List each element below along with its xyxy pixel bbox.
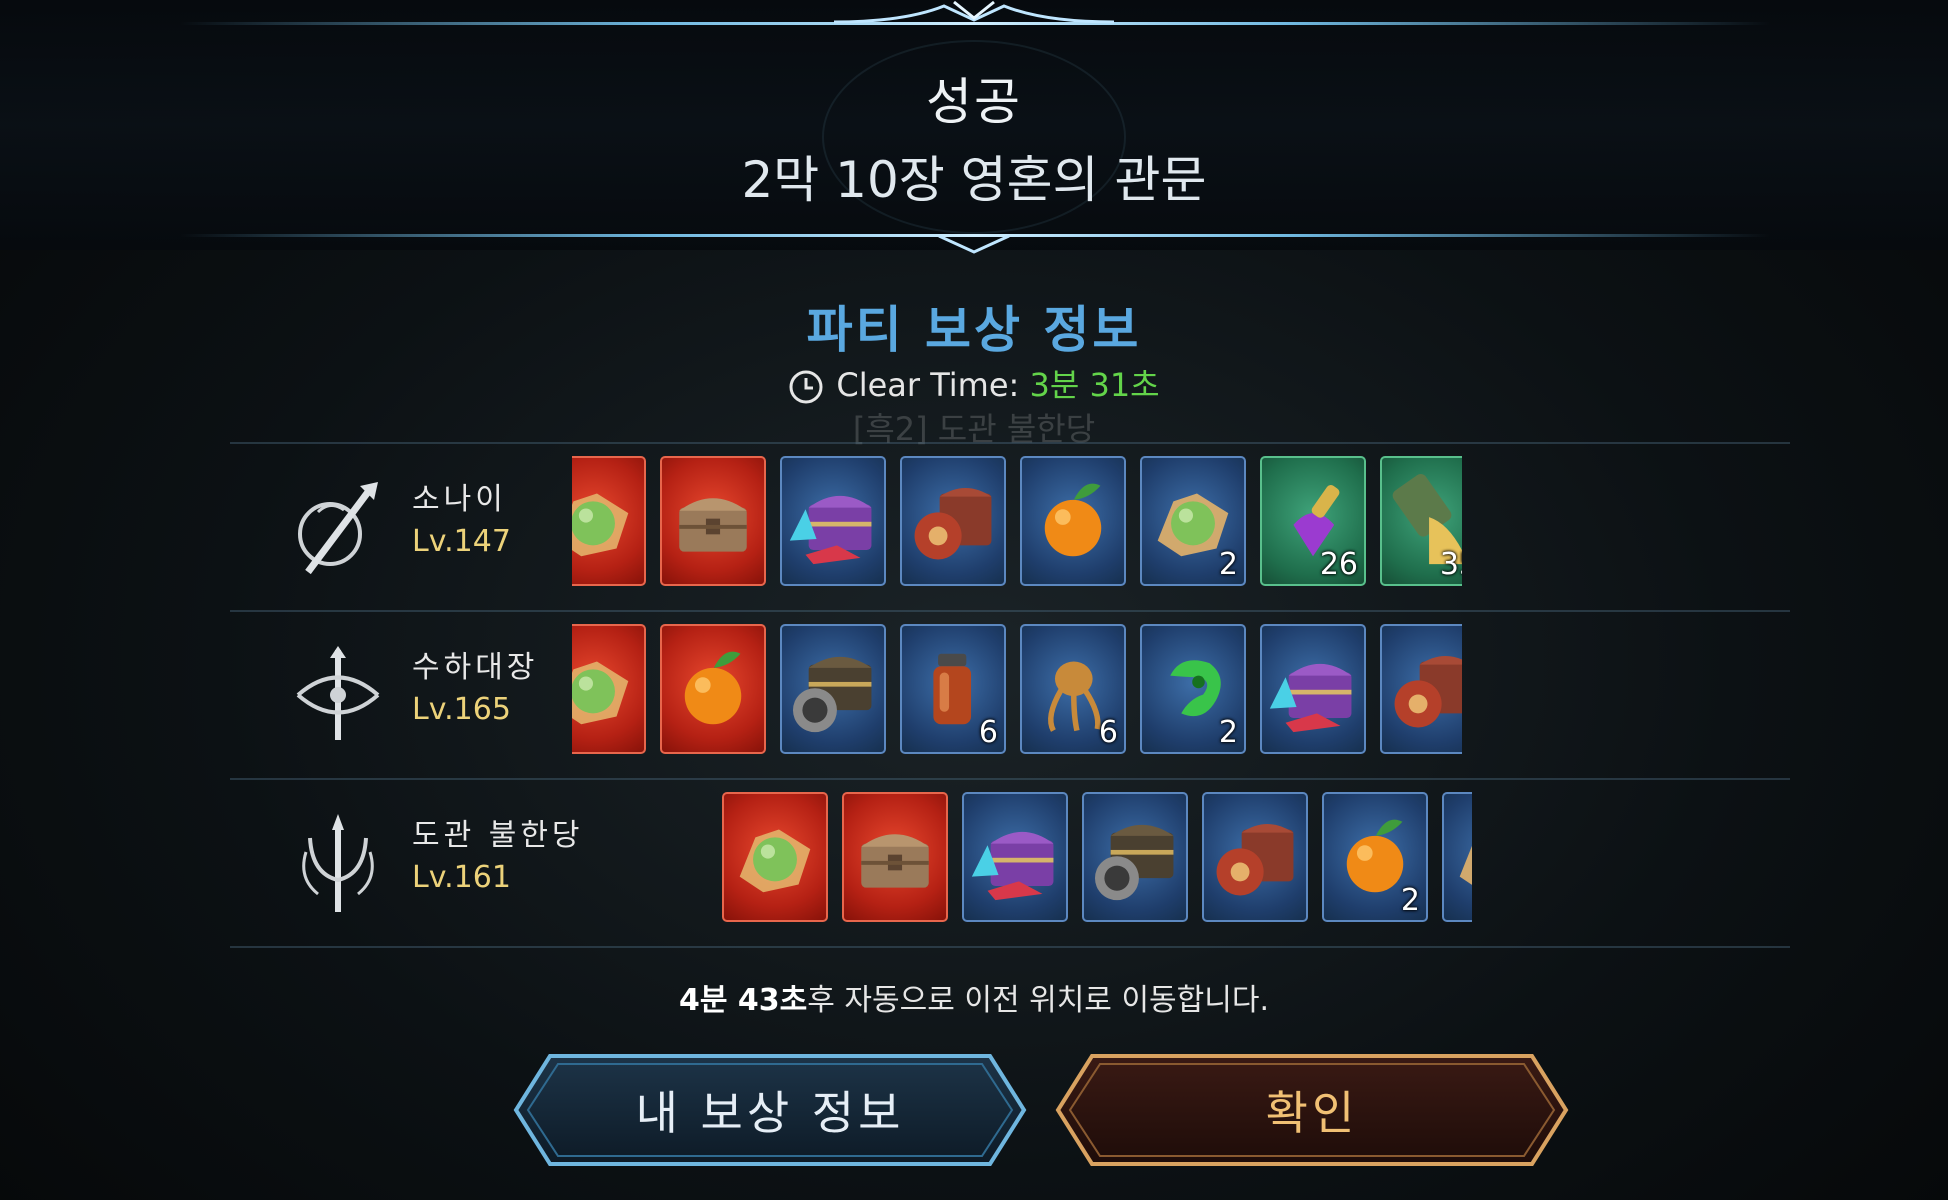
reward-item[interactable]: 6 <box>1020 624 1126 754</box>
reward-item[interactable]: 2 <box>1140 456 1246 586</box>
clear-time: Clear Time: 3분 31초 <box>0 360 1948 406</box>
stage-title: 2막 10장 영혼의 관문 <box>741 151 1207 209</box>
party-member-row: 수하대장 Lv.165 6 6 2 <box>230 610 1790 778</box>
party-member-row: 소나이 Lv.147 2 26 35 <box>230 442 1790 610</box>
reward-item[interactable] <box>842 792 948 922</box>
my-reward-button-label: 내 보상 정보 <box>635 1086 905 1140</box>
banner-top-ornament <box>833 0 1115 24</box>
treasure-chest-icon <box>679 498 747 552</box>
party-reward-title: 파티 보상 정보 <box>806 301 1142 359</box>
member-name: 도관 불한당 <box>412 818 584 853</box>
reward-item[interactable]: 2 <box>1140 624 1246 754</box>
confirm-button-label: 확인 <box>1265 1086 1359 1140</box>
clock-icon <box>789 370 823 404</box>
reward-items: 23 <box>722 792 1472 926</box>
member-level: Lv.147 <box>412 524 511 559</box>
green-orb-item-icon <box>572 493 629 557</box>
dark-coin-chest-icon <box>792 656 872 733</box>
party-member-row: 도관 불한당 Lv.161 23 <box>230 778 1790 948</box>
green-orb-item-icon <box>572 661 629 725</box>
reward-item[interactable] <box>1082 792 1188 922</box>
auto-move-message: 4분 43초후 자동으로 이전 위치로 이동합니다. <box>0 975 1948 1019</box>
reward-item[interactable] <box>660 456 766 586</box>
reward-item[interactable] <box>1380 624 1462 754</box>
member-level: Lv.165 <box>412 692 511 727</box>
treasure-chest-icon <box>861 834 929 888</box>
red-orb-chest-icon <box>914 488 992 560</box>
banner-bottom-ornament <box>938 234 1010 254</box>
item-count: 2 <box>1218 547 1238 582</box>
auto-move-text: 후 자동으로 이전 위치로 이동합니다. <box>807 983 1269 1018</box>
reward-items: 6 6 2 <box>572 624 1462 758</box>
reward-item[interactable] <box>660 624 766 754</box>
reward-item[interactable] <box>780 456 886 586</box>
red-orb-chest-icon <box>1394 656 1462 728</box>
reward-item[interactable] <box>780 624 886 754</box>
item-count: 6 <box>1098 715 1118 750</box>
result-title: 성공 <box>926 73 1022 131</box>
reward-item[interactable] <box>1020 456 1126 586</box>
auto-move-time: 4분 43초 <box>679 983 808 1018</box>
item-count: 2 <box>1400 883 1420 918</box>
title-banner: 성공 2막 10장 영혼의 관문 <box>0 0 1948 254</box>
reward-item[interactable] <box>962 792 1068 922</box>
red-orb-chest-icon <box>1216 824 1294 896</box>
orange-fruit-icon <box>1044 483 1102 557</box>
reward-items: 2 26 35 <box>572 456 1462 590</box>
party-reward-list: 소나이 Lv.147 2 26 35 수하대장 Lv.165 6 6 2 도관 불한당 … <box>230 442 1790 948</box>
reward-item[interactable] <box>1260 624 1366 754</box>
trident-crest-icon <box>302 814 374 912</box>
reward-item[interactable]: 2 <box>1322 792 1428 922</box>
orange-fruit-icon <box>684 651 742 725</box>
green-orb-item-icon <box>739 829 811 893</box>
reward-item[interactable]: 3 <box>1442 792 1472 922</box>
member-level: Lv.161 <box>412 860 511 895</box>
reward-item[interactable]: 26 <box>1260 456 1366 586</box>
reward-item[interactable]: 6 <box>900 624 1006 754</box>
reward-item[interactable] <box>572 456 646 586</box>
clear-time-label: Clear Time: <box>836 366 1020 404</box>
crossbow-crest-icon <box>296 646 380 740</box>
item-count: 35 <box>1439 547 1462 582</box>
member-name: 소나이 <box>412 482 507 517</box>
member-name: 수하대장 <box>412 650 539 685</box>
purple-crystal-chest-icon <box>789 495 872 565</box>
green-orb-item-icon <box>1459 845 1472 885</box>
reward-item[interactable] <box>722 792 828 922</box>
item-count: 2 <box>1218 715 1238 750</box>
confirm-button[interactable]: 확인 <box>1052 1050 1572 1170</box>
reward-item[interactable]: 35 <box>1380 456 1462 586</box>
dark-coin-chest-icon <box>1094 824 1174 901</box>
item-count: 26 <box>1319 547 1358 582</box>
purple-crystal-chest-icon <box>1269 663 1352 733</box>
item-count: 6 <box>978 715 998 750</box>
clear-time-value: 3분 31초 <box>1029 366 1160 404</box>
my-reward-info-button[interactable]: 내 보상 정보 <box>510 1050 1030 1170</box>
reward-item[interactable] <box>900 456 1006 586</box>
dragon-sword-icon <box>298 482 378 575</box>
reward-item[interactable] <box>572 624 646 754</box>
reward-item[interactable] <box>1202 792 1308 922</box>
purple-crystal-chest-icon <box>971 831 1054 901</box>
